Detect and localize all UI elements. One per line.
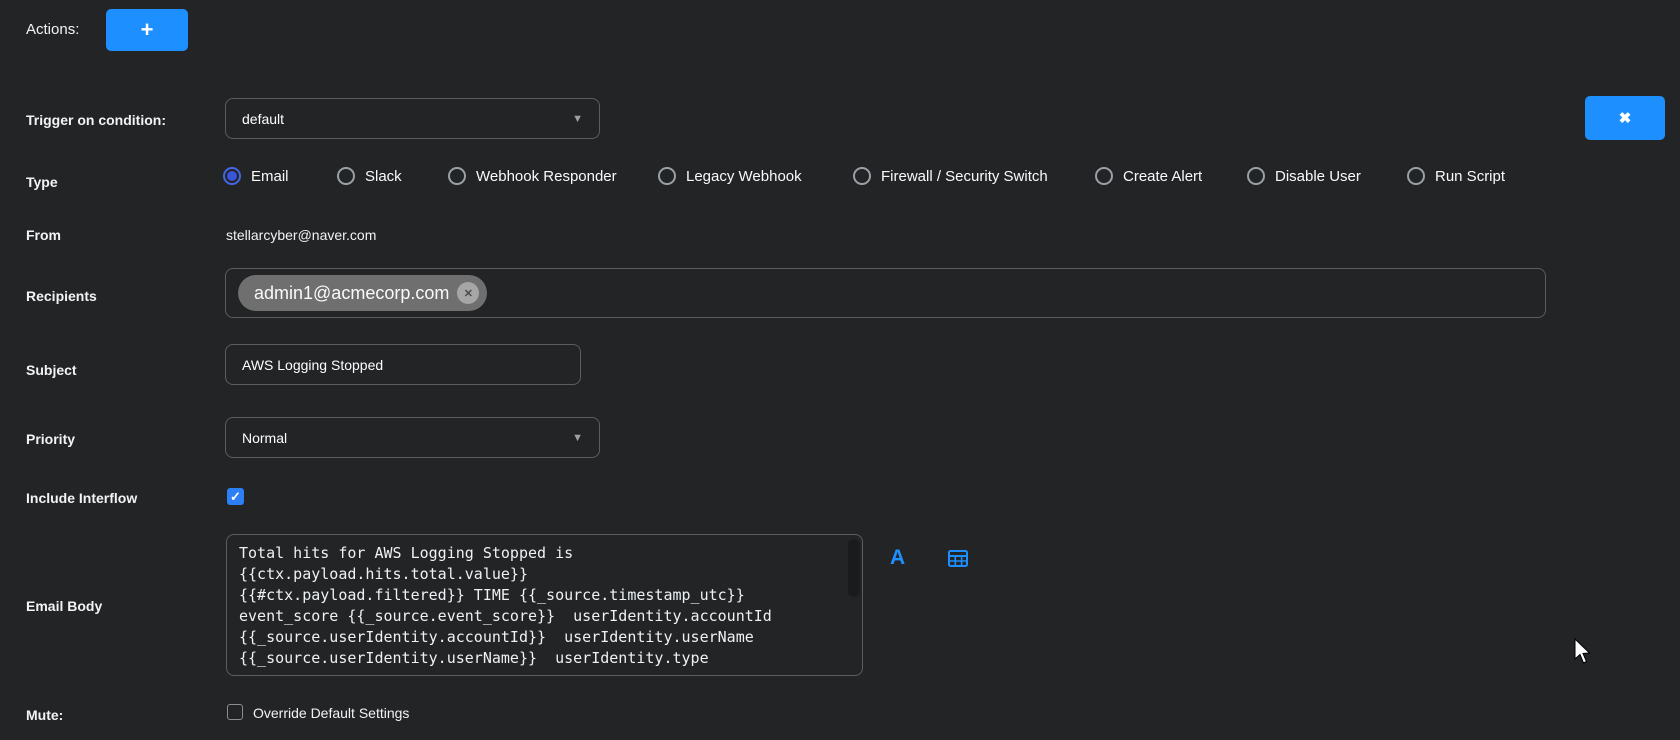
type-option-disable-user[interactable]: Disable User	[1247, 167, 1361, 185]
type-option-label: Legacy Webhook	[686, 168, 802, 185]
priority-label: Priority	[26, 431, 75, 447]
radio-icon	[853, 167, 871, 185]
radio-icon	[1247, 167, 1265, 185]
add-action-button[interactable]: +	[106, 9, 188, 51]
type-option-label: Slack	[365, 168, 402, 185]
subject-label: Subject	[26, 362, 77, 378]
actions-label: Actions:	[26, 21, 79, 38]
type-option-create-alert[interactable]: Create Alert	[1095, 167, 1202, 185]
recipients-input[interactable]: admin1@acmecorp.com ✕	[225, 268, 1546, 318]
plus-icon: +	[141, 19, 154, 41]
table-icon[interactable]	[948, 550, 968, 567]
radio-icon	[337, 167, 355, 185]
radio-icon	[448, 167, 466, 185]
type-option-label: Run Script	[1435, 168, 1505, 185]
type-option-label: Create Alert	[1123, 168, 1202, 185]
recipient-chip-value: admin1@acmecorp.com	[254, 283, 449, 304]
type-option-label: Webhook Responder	[476, 168, 617, 185]
recipients-label: Recipients	[26, 288, 97, 304]
trigger-condition-select[interactable]: default ▼	[225, 98, 600, 139]
trigger-condition-label: Trigger on condition:	[26, 112, 166, 128]
from-label: From	[26, 227, 61, 243]
type-option-label: Disable User	[1275, 168, 1361, 185]
type-option-label: Email	[251, 168, 289, 185]
mute-label: Mute:	[26, 707, 63, 723]
font-icon[interactable]: A	[890, 546, 905, 570]
recipient-chip: admin1@acmecorp.com ✕	[238, 275, 487, 311]
radio-icon	[1407, 167, 1425, 185]
radio-icon	[658, 167, 676, 185]
include-interflow-label: Include Interflow	[26, 490, 137, 506]
from-value: stellarcyber@naver.com	[226, 227, 376, 243]
subject-input[interactable]	[225, 344, 581, 385]
mouse-cursor	[1573, 638, 1593, 666]
chevron-down-icon: ▼	[572, 432, 583, 444]
mute-override-label: Override Default Settings	[253, 705, 409, 721]
type-option-label: Firewall / Security Switch	[881, 168, 1048, 185]
trigger-condition-value: default	[242, 111, 284, 127]
type-option-firewall-security-switch[interactable]: Firewall / Security Switch	[853, 167, 1048, 185]
radio-icon	[223, 167, 241, 185]
type-option-slack[interactable]: Slack	[337, 167, 402, 185]
close-icon: ✖	[1619, 111, 1632, 126]
priority-value: Normal	[242, 430, 287, 446]
mute-override-checkbox[interactable]	[227, 704, 243, 720]
remove-action-button[interactable]: ✖	[1585, 96, 1665, 140]
type-options: Email Slack Webhook Responder Legacy Webhoo…	[0, 167, 1680, 193]
email-body-label: Email Body	[26, 598, 102, 614]
email-body-wrap: Total hits for AWS Logging Stopped is {{…	[226, 534, 863, 676]
include-interflow-checkbox[interactable]	[227, 488, 244, 505]
remove-recipient-icon[interactable]: ✕	[457, 282, 479, 304]
type-option-webhook-responder[interactable]: Webhook Responder	[448, 167, 617, 185]
radio-icon	[1095, 167, 1113, 185]
type-option-run-script[interactable]: Run Script	[1407, 167, 1505, 185]
priority-select[interactable]: Normal ▼	[225, 417, 600, 458]
email-body-textarea[interactable]: Total hits for AWS Logging Stopped is {{…	[226, 534, 863, 676]
type-option-legacy-webhook[interactable]: Legacy Webhook	[658, 167, 802, 185]
chevron-down-icon: ▼	[572, 113, 583, 125]
type-option-email[interactable]: Email	[223, 167, 289, 185]
